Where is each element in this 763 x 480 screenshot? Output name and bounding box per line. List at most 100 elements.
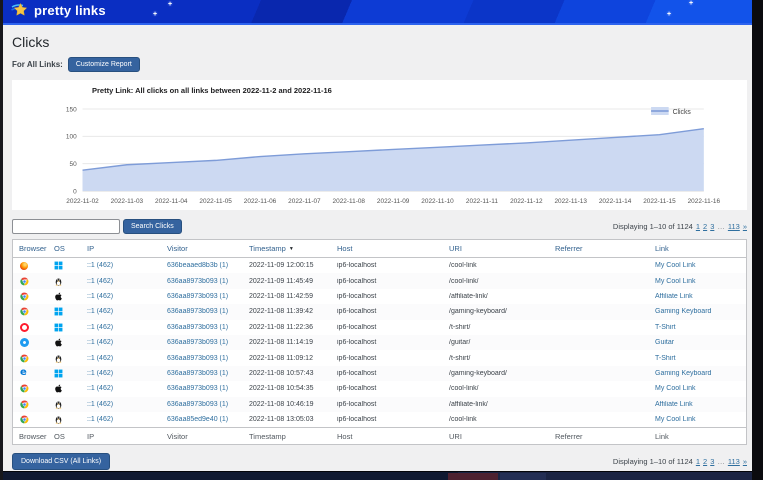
visitor-link[interactable]: 636beaaed8b3b (1) xyxy=(162,262,244,269)
y-axis-tick: 0 xyxy=(73,188,77,195)
footer-referrer[interactable]: Referrer xyxy=(550,432,650,441)
timestamp-cell: 2022-11-09 11:45:49 xyxy=(244,278,332,285)
table-body: ::1 (462) 636beaaed8b3b (1) 2022-11-09 1… xyxy=(13,258,746,427)
visitor-link[interactable]: 636aa8973b093 (1) xyxy=(162,308,244,315)
header-host[interactable]: Host xyxy=(332,244,444,253)
header-timestamp[interactable]: Timestamp▼ xyxy=(244,244,332,253)
logo-text: pretty links xyxy=(34,3,106,18)
timestamp-cell: 2022-11-08 10:46:19 xyxy=(244,401,332,408)
pretty-link-link[interactable]: My Cool Link xyxy=(650,278,746,285)
visitor-link[interactable]: 636aa8973b093 (1) xyxy=(162,401,244,408)
page-link-next[interactable]: » xyxy=(743,457,747,466)
pretty-link-link[interactable]: My Cool Link xyxy=(650,416,746,423)
page-link-last[interactable]: 113 xyxy=(728,457,740,466)
os-cell xyxy=(49,277,82,286)
timestamp-cell: 2022-11-08 11:39:42 xyxy=(244,308,332,315)
ip-link[interactable]: ::1 (462) xyxy=(82,324,162,331)
edge-icon: e xyxy=(20,369,28,377)
page-link-last[interactable]: 113 xyxy=(728,222,740,231)
uri-cell: /gaming-keyboard/ xyxy=(444,370,550,377)
linux-icon xyxy=(54,277,63,286)
os-cell xyxy=(49,400,82,409)
header-os[interactable]: OS xyxy=(49,244,82,253)
taskbar-red-patch xyxy=(448,473,498,480)
pretty-link-link[interactable]: Affiliate Link xyxy=(650,293,746,300)
uri-cell: /t-shirt/ xyxy=(444,355,550,362)
page-link-2[interactable]: 2 xyxy=(703,457,707,466)
search-clicks-button[interactable]: Search Clicks xyxy=(123,219,182,234)
download-csv-button[interactable]: Download CSV (All Links) xyxy=(12,453,110,470)
banner-accent-line xyxy=(3,23,752,25)
header-browser[interactable]: Browser xyxy=(13,244,49,253)
x-axis-tick: 2022-11-04 xyxy=(155,198,188,205)
ip-link[interactable]: ::1 (462) xyxy=(82,339,162,346)
header-ip[interactable]: IP xyxy=(82,244,162,253)
table-row: ::1 (462) 636aa8973b093 (1) 2022-11-08 1… xyxy=(13,289,746,304)
table-row: ::1 (462) 636aa8973b093 (1) 2022-11-08 1… xyxy=(13,397,746,412)
visitor-link[interactable]: 636aa8973b093 (1) xyxy=(162,370,244,377)
ip-link[interactable]: ::1 (462) xyxy=(82,416,162,423)
ip-link[interactable]: ::1 (462) xyxy=(82,308,162,315)
visitor-link[interactable]: 636aa8973b093 (1) xyxy=(162,355,244,362)
ip-link[interactable]: ::1 (462) xyxy=(82,355,162,362)
visitor-link[interactable]: 636aa8973b093 (1) xyxy=(162,385,244,392)
ip-link[interactable]: ::1 (462) xyxy=(82,385,162,392)
ip-link[interactable]: ::1 (462) xyxy=(82,370,162,377)
uri-cell: /gaming-keyboard/ xyxy=(444,308,550,315)
sparkle-icon: + xyxy=(168,1,172,8)
host-cell: ip6-localhost xyxy=(332,262,444,269)
x-axis-tick: 2022-11-16 xyxy=(688,198,721,205)
customize-report-button[interactable]: Customize Report xyxy=(68,57,140,72)
footer-visitor[interactable]: Visitor xyxy=(162,432,244,441)
header-referrer[interactable]: Referrer xyxy=(550,244,650,253)
x-axis-tick: 2022-11-09 xyxy=(377,198,410,205)
chrome-icon xyxy=(20,354,29,363)
page-link-next[interactable]: » xyxy=(743,222,747,231)
ip-link[interactable]: ::1 (462) xyxy=(82,278,162,285)
visitor-link[interactable]: 636aa8973b093 (1) xyxy=(162,339,244,346)
footer-browser[interactable]: Browser xyxy=(13,432,49,441)
timestamp-cell: 2022-11-08 10:54:35 xyxy=(244,385,332,392)
sort-desc-icon: ▼ xyxy=(289,246,294,252)
uri-cell: /guitar/ xyxy=(444,339,550,346)
safari-icon xyxy=(20,338,29,347)
footer-os[interactable]: OS xyxy=(49,432,82,441)
footer-uri[interactable]: URI xyxy=(444,432,550,441)
pretty-links-logo: pretty links xyxy=(11,2,106,19)
pretty-link-link[interactable]: T-Shirt xyxy=(650,324,746,331)
ip-link[interactable]: ::1 (462) xyxy=(82,401,162,408)
table-header-row: Browser OS IP Visitor Timestamp▼ Host UR… xyxy=(13,240,746,258)
pretty-link-link[interactable]: Gaming Keyboard xyxy=(650,308,746,315)
visitor-link[interactable]: 636aa8973b093 (1) xyxy=(162,278,244,285)
host-cell: ip6-localhost xyxy=(332,401,444,408)
host-cell: ip6-localhost xyxy=(332,278,444,285)
pretty-link-link[interactable]: My Cool Link xyxy=(650,262,746,269)
footer-host[interactable]: Host xyxy=(332,432,444,441)
timestamp-cell: 2022-11-09 12:00:15 xyxy=(244,262,332,269)
page-link-1[interactable]: 1 xyxy=(696,457,700,466)
header-link[interactable]: Link xyxy=(650,244,746,253)
os-cell xyxy=(49,338,82,347)
ip-link[interactable]: ::1 (462) xyxy=(82,262,162,269)
ip-link[interactable]: ::1 (462) xyxy=(82,293,162,300)
pretty-link-link[interactable]: Affiliate Link xyxy=(650,401,746,408)
page-link-1[interactable]: 1 xyxy=(696,222,700,231)
firefox-icon xyxy=(20,262,28,270)
pretty-link-link[interactable]: Gaming Keyboard xyxy=(650,370,746,377)
header-uri[interactable]: URI xyxy=(444,244,550,253)
header-visitor[interactable]: Visitor xyxy=(162,244,244,253)
page-link-3[interactable]: 3 xyxy=(710,222,714,231)
footer-ip[interactable]: IP xyxy=(82,432,162,441)
page-link-3[interactable]: 3 xyxy=(710,457,714,466)
footer-timestamp[interactable]: Timestamp xyxy=(244,432,332,441)
visitor-link[interactable]: 636aa8973b093 (1) xyxy=(162,324,244,331)
x-axis-tick: 2022-11-14 xyxy=(599,198,632,205)
visitor-link[interactable]: 636aa8973b093 (1) xyxy=(162,293,244,300)
page-link-2[interactable]: 2 xyxy=(703,222,707,231)
pretty-link-link[interactable]: T-Shirt xyxy=(650,355,746,362)
pretty-link-link[interactable]: Guitar xyxy=(650,339,746,346)
pretty-link-link[interactable]: My Cool Link xyxy=(650,385,746,392)
footer-link[interactable]: Link xyxy=(650,432,746,441)
search-input[interactable] xyxy=(12,219,120,234)
visitor-link[interactable]: 636aa85ed9e40 (1) xyxy=(162,416,244,423)
